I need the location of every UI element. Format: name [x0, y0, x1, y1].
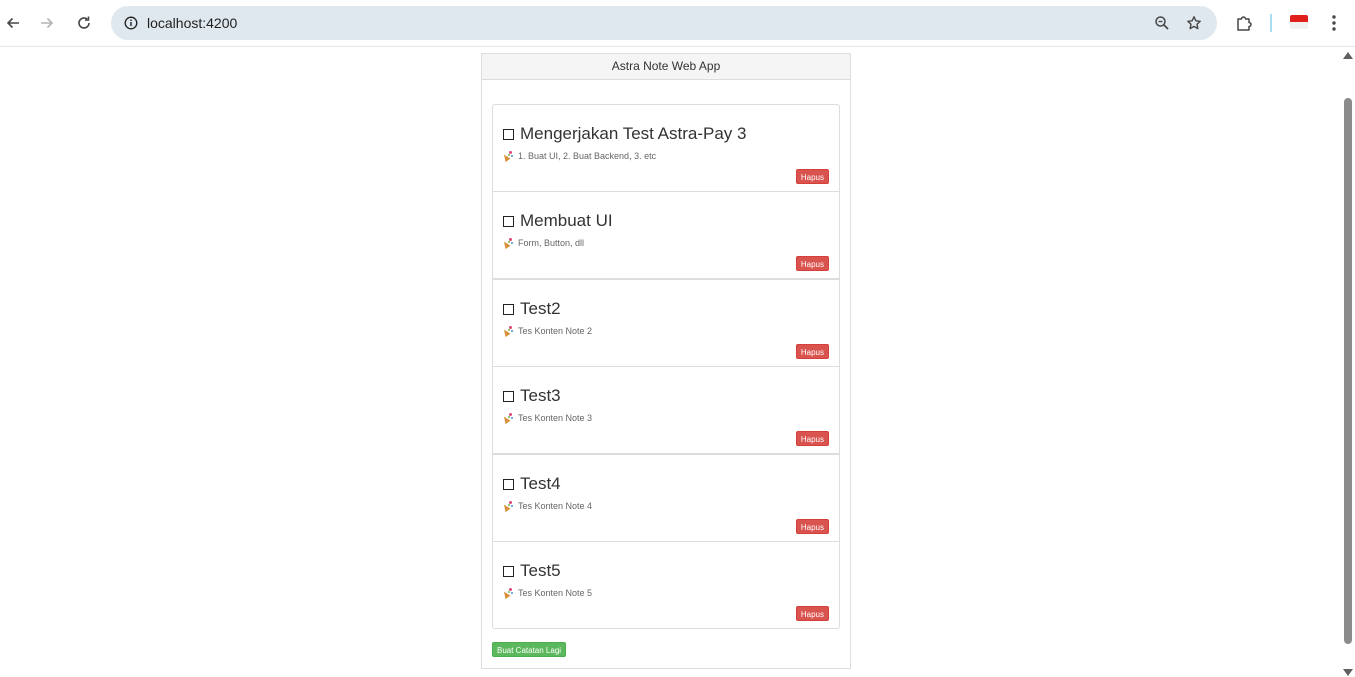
url-text[interactable]: localhost:4200: [147, 14, 237, 32]
note-item: Mengerjakan Test Astra-Pay 3 1. Buat UI,…: [493, 105, 839, 192]
forward-arrow-icon[interactable]: [35, 11, 59, 35]
note-item: Test4 Tes Konten Note 4 Hapus: [493, 455, 839, 542]
note-checkbox[interactable]: [503, 128, 514, 140]
note-content: Tes Konten Note 4: [518, 501, 593, 511]
panel-title: Astra Note Web App: [482, 54, 850, 80]
note-item: Test5 Tes Konten Note 5 Hapus: [493, 542, 839, 628]
browser-toolbar: localhost:4200: [0, 0, 1355, 47]
note-item: Test3 Tes Konten Note 3 Hapus: [493, 367, 839, 455]
note-item: Membuat UI Form, Button, dll Hapus: [493, 192, 839, 280]
reload-icon[interactable]: [72, 11, 96, 35]
party-popper-icon: [501, 151, 513, 163]
party-popper-icon: [501, 413, 513, 425]
delete-note-button[interactable]: Hapus: [795, 344, 829, 359]
add-note-button[interactable]: Buat Catatan Lagi: [492, 642, 567, 657]
notes-panel: Astra Note Web App Mengerjakan Test Astr…: [481, 53, 851, 669]
scroll-thumb[interactable]: [1344, 98, 1352, 644]
site-info-icon[interactable]: [119, 11, 143, 35]
note-content: 1. Buat UI, 2. Buat Backend, 3. etc: [518, 151, 657, 161]
note-title: Test5: [520, 561, 561, 580]
zoom-icon[interactable]: [1150, 11, 1174, 35]
note-checkbox[interactable]: [503, 390, 514, 402]
indonesia-flag-icon[interactable]: [1290, 15, 1308, 29]
note-title: Test2: [520, 299, 561, 318]
note-title: Membuat UI: [520, 211, 613, 230]
party-popper-icon: [501, 238, 513, 250]
puzzle-icon[interactable]: [1232, 11, 1256, 35]
note-content: Tes Konten Note 2: [518, 326, 593, 336]
delete-note-button[interactable]: Hapus: [795, 256, 829, 271]
address-bar[interactable]: localhost:4200: [111, 6, 1217, 40]
delete-note-button[interactable]: Hapus: [795, 519, 829, 534]
delete-note-button[interactable]: Hapus: [795, 431, 829, 446]
back-arrow-icon[interactable]: [1, 11, 25, 35]
scroll-up-arrow-icon[interactable]: [1343, 52, 1353, 59]
kebab-menu-icon[interactable]: [1322, 11, 1346, 35]
note-content: Tes Konten Note 5: [518, 588, 593, 598]
note-checkbox[interactable]: [503, 215, 514, 227]
note-checkbox[interactable]: [503, 565, 514, 577]
note-title: Test3: [520, 386, 561, 405]
note-item: Test2 Tes Konten Note 2 Hapus: [493, 280, 839, 367]
toolbar-divider: [1270, 14, 1272, 32]
delete-note-button[interactable]: Hapus: [795, 169, 829, 184]
scroll-down-arrow-icon[interactable]: [1343, 669, 1353, 676]
note-title: Test4: [520, 474, 561, 493]
party-popper-icon: [501, 588, 513, 600]
note-list: Mengerjakan Test Astra-Pay 3 1. Buat UI,…: [492, 104, 840, 629]
note-checkbox[interactable]: [503, 303, 514, 315]
note-content: Form, Button, dll: [518, 238, 585, 248]
party-popper-icon: [501, 501, 513, 513]
star-icon[interactable]: [1182, 11, 1206, 35]
delete-note-button[interactable]: Hapus: [795, 606, 829, 621]
note-content: Tes Konten Note 3: [518, 413, 593, 423]
note-title: Mengerjakan Test Astra-Pay 3: [520, 124, 747, 143]
note-checkbox[interactable]: [503, 478, 514, 490]
party-popper-icon: [501, 326, 513, 338]
